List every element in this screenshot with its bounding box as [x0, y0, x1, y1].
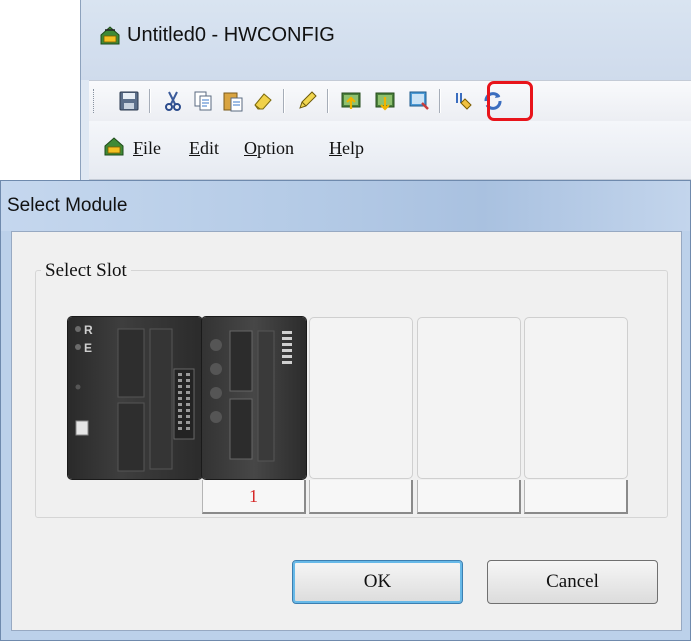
paste-icon[interactable] [221, 89, 245, 113]
hwconfig-app-icon [100, 26, 120, 45]
select-slot-label: Select Slot [41, 260, 131, 282]
copy-icon[interactable] [191, 89, 215, 113]
scan-icon[interactable] [407, 89, 431, 113]
cpu-module: R E [68, 317, 202, 479]
io-module-graphic [210, 330, 292, 462]
slot-1-module[interactable] [202, 317, 306, 479]
hwconfig-window: Untitled0 - HWCONFIG File Edit Option He… [80, 0, 691, 182]
menu-help[interactable]: Help [329, 138, 364, 159]
toolbar-separator [149, 89, 151, 113]
download-icon[interactable] [373, 89, 397, 113]
save-icon[interactable] [117, 89, 141, 113]
slot-2-label-cell[interactable] [309, 480, 413, 514]
cut-icon[interactable] [161, 89, 185, 113]
cpu-module-graphic: R E [75, 323, 195, 472]
select-module-dialog: Select Module Select Slot R E 1 OK Cance… [0, 180, 691, 641]
edit-icon[interactable] [295, 89, 319, 113]
slot-1-number: 1 [249, 486, 258, 506]
erase-icon[interactable] [251, 89, 275, 113]
toolbar-separator [283, 89, 285, 113]
toolbar-grip[interactable] [93, 89, 97, 113]
toolbar-separator [439, 89, 441, 113]
cpu-led-r-label: R [84, 323, 93, 337]
menu-file[interactable]: File [133, 138, 161, 159]
menu-edit[interactable]: Edit [189, 138, 219, 159]
ok-button[interactable]: OK [292, 560, 463, 604]
slot-3-label-cell[interactable] [417, 480, 521, 514]
dialog-client-area: Select Slot R E 1 OK Cancel [11, 231, 682, 631]
upload-icon[interactable] [339, 89, 363, 113]
hwconfig-titlebar: Untitled0 - HWCONFIG [81, 0, 691, 80]
cpu-led-e-label: E [84, 341, 92, 355]
slot-2-empty[interactable] [309, 317, 413, 479]
window-title: Untitled0 - HWCONFIG [127, 24, 335, 46]
hwconfig-toolbar [89, 80, 691, 122]
slot-1-label-cell[interactable]: 1 [202, 480, 306, 514]
menu-option[interactable]: Option [244, 138, 294, 159]
dialog-title: Select Module [7, 195, 128, 216]
slot-4-label-cell[interactable] [524, 480, 628, 514]
settings-icon[interactable] [451, 89, 475, 113]
slot-4-empty[interactable] [524, 317, 628, 479]
slot-3-empty[interactable] [417, 317, 521, 479]
dialog-titlebar[interactable]: Select Module [1, 181, 690, 231]
toolbar-separator [327, 89, 329, 113]
menu-app-icon [104, 137, 124, 156]
download-highlight-box [487, 81, 533, 121]
cancel-button[interactable]: Cancel [487, 560, 658, 604]
menu-bar: File Edit Option Help [89, 121, 691, 180]
